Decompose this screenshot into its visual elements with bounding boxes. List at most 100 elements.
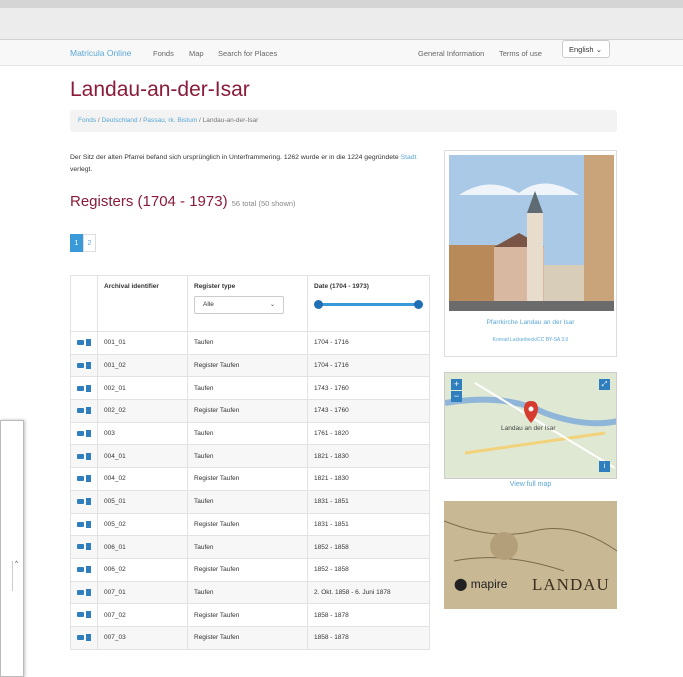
table-row: 004_02 Register Taufen 1821 - 1830 bbox=[70, 467, 430, 491]
location-map[interactable]: + − ⤢ i Landau an der Isar bbox=[444, 372, 617, 479]
archival-identifier-cell: 006_01 bbox=[97, 535, 188, 559]
camera-icon[interactable] bbox=[77, 362, 84, 368]
nav-general-information[interactable]: General Information bbox=[418, 49, 484, 58]
slider-handle-start[interactable] bbox=[314, 300, 323, 309]
archival-identifier-cell: 006_02 bbox=[97, 557, 188, 582]
camera-icon[interactable] bbox=[77, 340, 84, 346]
camera-icon[interactable] bbox=[77, 453, 84, 459]
camera-icon[interactable] bbox=[77, 521, 84, 527]
registers-count: 56 total (50 shown) bbox=[231, 199, 296, 208]
archival-identifier-cell: 002_01 bbox=[97, 376, 188, 401]
nav-search-places[interactable]: Search for Places bbox=[218, 49, 277, 58]
camera-icon[interactable] bbox=[77, 635, 84, 641]
camera-icon[interactable] bbox=[77, 612, 84, 618]
camera-icon[interactable] bbox=[77, 430, 84, 436]
side-panel-overlay[interactable]: ^ bbox=[0, 420, 24, 677]
register-type-cell: Taufen bbox=[187, 489, 308, 514]
filter-value: Alle bbox=[203, 301, 214, 308]
navbar: Matricula Online Fonds Map Search for Pl… bbox=[0, 40, 683, 66]
register-type-cell: Register Taufen bbox=[187, 625, 308, 650]
registers-table: Archival identifier Register type Alle ⌄ … bbox=[70, 275, 430, 650]
date-cell: 1831 - 1851 bbox=[307, 512, 430, 537]
table-row: 003 Taufen 1761 - 1820 bbox=[70, 421, 430, 446]
table-row: 005_01 Taufen 1831 - 1851 bbox=[70, 489, 430, 514]
date-cell: 1858 - 1878 bbox=[307, 603, 430, 627]
camera-icon[interactable] bbox=[77, 499, 84, 505]
language-value: English bbox=[569, 45, 594, 54]
col-date: Date (1704 - 1973) bbox=[307, 275, 430, 332]
zoom-in-button[interactable]: + bbox=[451, 379, 462, 390]
description-link[interactable]: Stadt bbox=[401, 154, 417, 161]
document-icon[interactable] bbox=[86, 566, 91, 574]
date-cell: 1821 - 1830 bbox=[307, 467, 430, 491]
register-type-cell: Register Taufen bbox=[187, 353, 308, 378]
brand-link[interactable]: Matricula Online bbox=[70, 48, 131, 58]
description-text-end: verlegt. bbox=[70, 166, 93, 173]
fullscreen-icon[interactable]: ⤢ bbox=[599, 379, 610, 390]
row-actions bbox=[70, 512, 98, 537]
register-type-cell: Register Taufen bbox=[187, 603, 308, 627]
page-2[interactable]: 2 bbox=[83, 234, 96, 252]
date-cell: 1858 - 1878 bbox=[307, 625, 430, 650]
registers-heading: Registers (1704 - 1973) 56 total (50 sho… bbox=[70, 193, 296, 210]
document-icon[interactable] bbox=[86, 475, 91, 483]
camera-icon[interactable] bbox=[77, 544, 84, 550]
date-cell: 1743 - 1760 bbox=[307, 376, 430, 401]
document-icon[interactable] bbox=[86, 588, 91, 596]
document-icon[interactable] bbox=[86, 339, 91, 347]
language-select[interactable]: English ⌄ bbox=[562, 40, 610, 58]
date-cell: 1704 - 1716 bbox=[307, 331, 430, 355]
page-1[interactable]: 1 bbox=[70, 234, 83, 252]
chevron-down-icon: ⌄ bbox=[595, 45, 602, 54]
nav-map[interactable]: Map bbox=[189, 49, 204, 58]
parish-description: Der Sitz der alten Pfarrei befand sich u… bbox=[70, 152, 430, 176]
document-icon[interactable] bbox=[86, 452, 91, 460]
table-row: 002_01 Taufen 1743 - 1760 bbox=[70, 376, 430, 401]
camera-icon[interactable] bbox=[77, 476, 84, 482]
scrollbar[interactable]: ^ bbox=[12, 561, 20, 591]
registers-title: Registers (1704 - 1973) bbox=[70, 193, 228, 210]
document-icon[interactable] bbox=[86, 384, 91, 392]
row-actions bbox=[70, 353, 98, 378]
mapire-text: mapire bbox=[470, 577, 508, 591]
document-icon[interactable] bbox=[86, 611, 91, 619]
row-actions bbox=[70, 557, 98, 582]
slider-handle-end[interactable] bbox=[414, 300, 423, 309]
camera-icon[interactable] bbox=[77, 567, 84, 573]
row-actions bbox=[70, 580, 98, 605]
row-actions bbox=[70, 331, 98, 355]
register-type-filter[interactable]: Alle ⌄ bbox=[194, 296, 284, 314]
breadcrumb-deutschland[interactable]: Deutschland bbox=[102, 117, 138, 124]
photo-credit[interactable]: Konrad Lackerbeck/CC BY-SA 3.0 bbox=[445, 337, 616, 343]
nav-fonds[interactable]: Fonds bbox=[153, 49, 174, 58]
archival-identifier-cell: 007_03 bbox=[97, 625, 188, 650]
document-icon[interactable] bbox=[86, 520, 91, 528]
document-icon[interactable] bbox=[86, 429, 91, 437]
historic-map[interactable]: ⬤ mapire LANDAU bbox=[444, 501, 617, 609]
document-icon[interactable] bbox=[86, 407, 91, 415]
archival-identifier-cell: 004_01 bbox=[97, 444, 188, 469]
nav-terms[interactable]: Terms of use bbox=[499, 49, 542, 58]
camera-icon[interactable] bbox=[77, 385, 84, 391]
chevron-down-icon: ⌄ bbox=[269, 302, 275, 308]
view-full-map-link[interactable]: View full map bbox=[444, 481, 617, 488]
header-archival-identifier: Archival identifier bbox=[104, 283, 159, 290]
photo-caption[interactable]: Pfarrkirche Landau an der Isar bbox=[445, 319, 616, 326]
row-actions bbox=[70, 489, 98, 514]
date-range-slider[interactable] bbox=[314, 298, 423, 312]
document-icon[interactable] bbox=[86, 498, 91, 506]
breadcrumb-current: Landau-an-der-Isar bbox=[202, 117, 259, 124]
document-icon[interactable] bbox=[86, 543, 91, 551]
document-icon[interactable] bbox=[86, 361, 91, 369]
camera-icon[interactable] bbox=[77, 408, 84, 414]
breadcrumb: Fonds / Deutschland / Passau, rk. Bistum… bbox=[70, 110, 617, 132]
slider-track bbox=[316, 303, 420, 306]
breadcrumb-fonds[interactable]: Fonds bbox=[78, 117, 96, 124]
church-photo[interactable] bbox=[449, 155, 614, 311]
document-icon[interactable] bbox=[86, 634, 91, 642]
camera-icon[interactable] bbox=[77, 589, 84, 595]
zoom-out-button[interactable]: − bbox=[451, 391, 462, 402]
info-icon[interactable]: i bbox=[599, 461, 610, 472]
breadcrumb-passau[interactable]: Passau, rk. Bistum bbox=[143, 117, 197, 124]
table-row: 007_03 Register Taufen 1858 - 1878 bbox=[70, 625, 430, 650]
